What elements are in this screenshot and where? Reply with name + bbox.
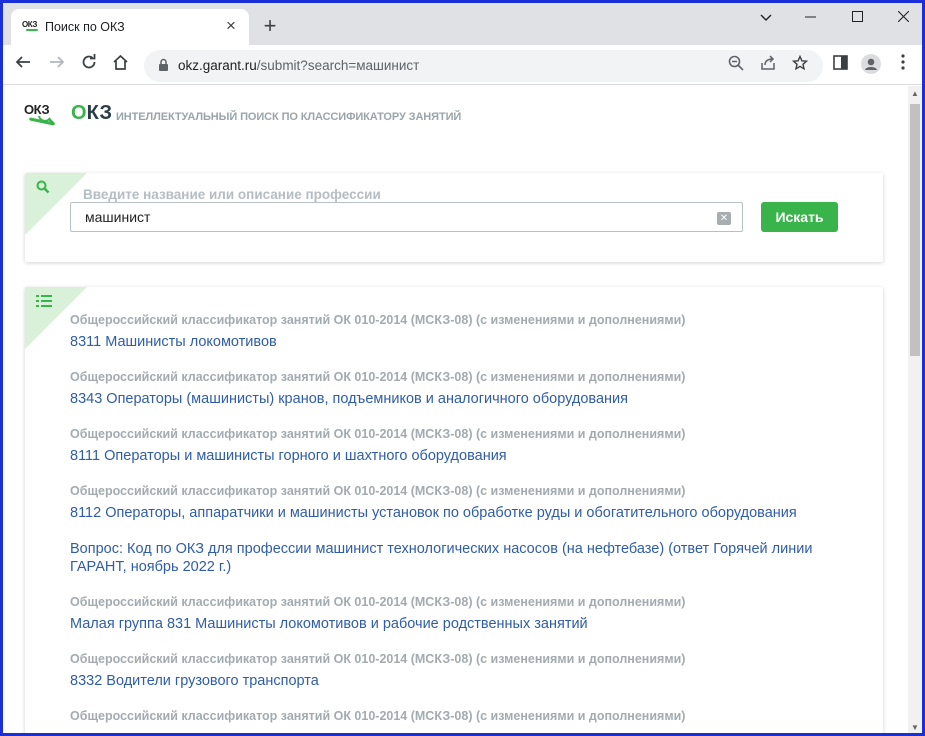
- address-bar[interactable]: okz.garant.ru/submit?search=машинист: [144, 50, 823, 82]
- menu-button[interactable]: [892, 54, 914, 76]
- kebab-menu-icon: [901, 54, 905, 70]
- zoom-button[interactable]: [725, 55, 747, 77]
- lock-icon[interactable]: [158, 58, 169, 77]
- tab-close-button[interactable]: ×: [221, 16, 241, 36]
- clear-search-button[interactable]: ✕: [717, 212, 731, 225]
- tagline: ИНТЕЛЛЕКТУАЛЬНЫЙ ПОИСК ПО КЛАССИФИКАТОРУ…: [116, 111, 462, 123]
- page-scrollbar[interactable]: ▲ ▼: [908, 86, 922, 733]
- back-button[interactable]: [12, 54, 34, 76]
- new-tab-button[interactable]: +: [256, 12, 284, 40]
- close-icon: [897, 10, 909, 23]
- forward-button[interactable]: [46, 54, 68, 76]
- list-item: Общероссийский классификатор занятий ОК …: [70, 427, 860, 465]
- list-item: Общероссийский классификатор занятий ОК …: [70, 484, 860, 522]
- result-link[interactable]: Малая группа 831 Машинисты локомотивов и…: [70, 615, 860, 633]
- result-link[interactable]: Вопрос: Код по ОКЗ для профессии машинис…: [70, 540, 860, 576]
- result-link[interactable]: 8343 Операторы (машинисты) кранов, подъе…: [70, 390, 860, 408]
- result-link[interactable]: 8332 Водители грузового транспорта: [70, 672, 860, 690]
- back-arrow-icon: [15, 56, 30, 68]
- chevron-down-icon: [760, 14, 772, 21]
- bookmark-button[interactable]: [789, 54, 811, 77]
- tab-strip: ОКЗ Поиск по ОКЗ × +: [3, 3, 922, 45]
- result-source: Общероссийский классификатор занятий ОК …: [70, 313, 686, 327]
- browser-toolbar: okz.garant.ru/submit?search=машинист: [3, 45, 922, 85]
- result-source: Общероссийский классификатор занятий ОК …: [70, 709, 686, 723]
- list-item: Вопрос: Код по ОКЗ для профессии машинис…: [70, 540, 860, 576]
- profile-button[interactable]: [860, 54, 882, 76]
- tab-search-button[interactable]: [751, 7, 781, 29]
- logo-lens-icon: [38, 115, 55, 125]
- browser-window: ОКЗ Поиск по ОКЗ × + okz.garant.ru/submi…: [0, 0, 925, 736]
- search-card: Введите название или описание профессии …: [25, 173, 883, 262]
- tab-title: Поиск по ОКЗ: [45, 20, 125, 34]
- avatar-icon: [861, 54, 881, 74]
- close-window-button[interactable]: [888, 7, 918, 29]
- result-link[interactable]: 8111 Операторы и машинисты горного и шах…: [70, 447, 860, 465]
- list-item: Общероссийский классификатор занятий ОК …: [70, 313, 860, 351]
- scroll-thumb[interactable]: [910, 104, 920, 356]
- star-icon: [791, 54, 809, 71]
- results-card: Общероссийский классификатор занятий ОК …: [25, 287, 883, 733]
- favicon-icon: ОКЗ: [22, 20, 38, 31]
- reload-button[interactable]: [78, 54, 100, 76]
- list-icon: [36, 295, 52, 307]
- page-content: ОКЗ ОКЗ ИНТЕЛЛЕКТУАЛЬНЫЙ ПОИСК ПО КЛАССИ…: [3, 86, 908, 733]
- list-item: Общероссийский классификатор занятий ОК …: [70, 370, 860, 408]
- search-icon: [36, 180, 50, 194]
- result-source: Общероссийский классификатор занятий ОК …: [70, 370, 686, 384]
- result-source: Общероссийский классификатор занятий ОК …: [70, 652, 686, 666]
- search-input[interactable]: [70, 202, 743, 232]
- list-item: Общероссийский классификатор занятий ОК …: [70, 709, 860, 724]
- home-button[interactable]: [109, 54, 131, 76]
- minimize-button[interactable]: [795, 7, 825, 29]
- url-text[interactable]: okz.garant.ru/submit?search=машинист: [178, 58, 419, 73]
- result-link[interactable]: 8112 Операторы, аппаратчики и машинисты …: [70, 504, 860, 522]
- results-list: Общероссийский классификатор занятий ОК …: [70, 313, 860, 733]
- search-button[interactable]: Искать: [761, 202, 838, 232]
- share-icon: [761, 55, 775, 70]
- result-source: Общероссийский классификатор занятий ОК …: [70, 595, 686, 609]
- result-source: Общероссийский классификатор занятий ОК …: [70, 427, 686, 441]
- search-label: Введите название или описание профессии: [83, 187, 381, 202]
- maximize-button[interactable]: [842, 7, 872, 29]
- browser-tab[interactable]: ОКЗ Поиск по ОКЗ ×: [11, 9, 249, 45]
- scroll-down-icon[interactable]: ▼: [910, 723, 920, 732]
- brand-name[interactable]: ОКЗ: [71, 102, 112, 125]
- scroll-up-icon[interactable]: ▲: [910, 89, 920, 98]
- side-panel-icon: [832, 55, 848, 70]
- forward-arrow-icon: [50, 56, 65, 68]
- reload-icon: [82, 54, 96, 69]
- zoom-out-icon: [728, 55, 744, 71]
- side-panel-button[interactable]: [829, 54, 851, 76]
- result-source: Общероссийский классификатор занятий ОК …: [70, 484, 686, 498]
- result-link[interactable]: 8311 Машинисты локомотивов: [70, 333, 860, 351]
- share-button[interactable]: [757, 55, 779, 77]
- home-icon: [112, 54, 128, 70]
- list-item: Общероссийский классификатор занятий ОК …: [70, 595, 860, 633]
- minimize-icon: [804, 16, 816, 18]
- maximize-icon: [851, 11, 863, 22]
- list-item: Общероссийский классификатор занятий ОК …: [70, 652, 860, 690]
